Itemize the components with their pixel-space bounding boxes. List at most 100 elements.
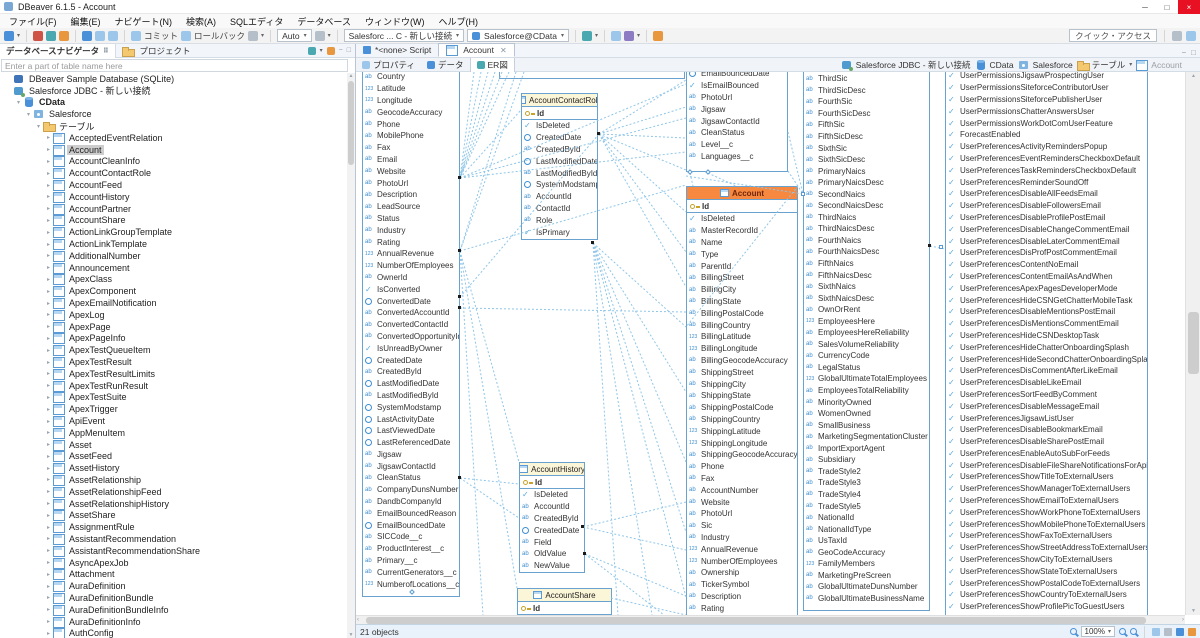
zoom-level-combo[interactable]: 100% ▾ (1080, 626, 1115, 637)
expand-arrow-icon[interactable]: ▸ (44, 359, 53, 366)
scroll-right-icon[interactable]: › (1182, 617, 1184, 623)
expand-arrow-icon[interactable]: ▸ (44, 535, 53, 542)
menu-item[interactable]: ウィンドウ(W) (358, 15, 432, 28)
scroll-down-icon[interactable]: ▼ (1186, 608, 1200, 614)
tree-item[interactable]: ▸ AuraDefinitionBundle (0, 592, 348, 604)
connection-combo[interactable]: Salesforc ... C - 新しい接続 ▾ (343, 29, 465, 42)
expand-arrow-icon[interactable]: ▸ (44, 276, 53, 283)
tree-item[interactable]: ▸ AuthConfig (0, 627, 348, 638)
zoom-out-icon[interactable] (1130, 628, 1137, 635)
tree-item[interactable]: ▸ AcceptedEventRelation (0, 132, 348, 144)
expand-arrow-icon[interactable]: ▸ (44, 465, 53, 472)
expand-arrow-icon[interactable]: ▸ (44, 441, 53, 448)
entity-account-share[interactable]: AccountShare Id (517, 588, 612, 615)
save-diagram-icon[interactable] (1176, 627, 1184, 636)
close-tab-icon[interactable]: ✕ (500, 46, 507, 55)
tree-item[interactable]: ▸ ApexPage (0, 321, 348, 333)
tree-item[interactable]: ▸ AuraDefinitionBundleInfo (0, 604, 348, 616)
sidebar-scrollbar[interactable]: ▲ ▼ (347, 73, 355, 638)
sql-script-icon[interactable] (95, 30, 106, 41)
tree-item[interactable]: ▸ AssetHistory (0, 462, 348, 475)
tree-item[interactable]: ▸ AuraDefinitionInfo (0, 616, 348, 628)
expand-arrow-icon[interactable]: ▸ (44, 300, 53, 307)
tree-item[interactable]: ▾ テーブル (0, 120, 348, 133)
scroll-up-icon[interactable]: ▲ (1186, 73, 1200, 79)
entity-dandbcompany-columns-partial[interactable]: ThirdSicThirdSicDesc FourthSicFourthSicDe… (803, 72, 930, 611)
expand-arrow-icon[interactable]: ▸ (44, 288, 53, 295)
entity-user-columns-partial[interactable]: UserPermissionsJigsawProspectingUser User… (945, 72, 1148, 615)
commit-mode-combo[interactable]: Auto ▾ (277, 29, 312, 42)
menu-item[interactable]: ナビゲート(N) (108, 15, 180, 28)
tree-item[interactable]: ▸ AccountCleanInfo (0, 156, 348, 168)
tab-database-navigator[interactable]: データベースナビゲータ ⠿ (0, 43, 116, 58)
tree-item[interactable]: ▾ CData (0, 97, 348, 109)
expand-arrow-icon[interactable]: ▸ (44, 229, 53, 236)
expand-arrow-icon[interactable]: ▸ (44, 618, 53, 625)
expand-arrow-icon[interactable]: ▸ (44, 217, 53, 224)
new-connection-caret[interactable]: ▾ (17, 32, 20, 39)
transaction-icon[interactable] (248, 30, 259, 41)
expand-arrow-icon[interactable]: ▸ (44, 559, 53, 566)
quick-access-box[interactable]: クイック・アクセス (1069, 29, 1157, 42)
rollback-icon[interactable] (181, 30, 192, 41)
expand-arrow-icon[interactable]: ▸ (44, 594, 53, 601)
expand-arrow-icon[interactable]: ▸ (44, 323, 53, 330)
expand-arrow-icon[interactable]: ▸ (44, 524, 53, 531)
expand-arrow-icon[interactable]: ▾ (24, 111, 33, 118)
link-editor-icon[interactable] (307, 46, 316, 55)
tab-account[interactable]: Account ✕ (438, 43, 515, 57)
tree-item[interactable]: ▸ ApiEvent (0, 415, 348, 427)
refresh-caret[interactable]: ▾ (595, 32, 598, 39)
expand-arrow-icon[interactable]: ▸ (44, 630, 53, 637)
expand-arrow-icon[interactable]: ▸ (44, 606, 53, 613)
breadcrumb-item[interactable]: Salesforce (1033, 60, 1073, 70)
tree-item[interactable]: ▸ ApexTrigger (0, 403, 348, 416)
tree-item[interactable]: ▸ AccountFeed (0, 179, 348, 192)
tree-item[interactable]: ▸ ApexComponent (0, 285, 348, 298)
tree-item[interactable]: ▸ AppMenuItem (0, 427, 348, 439)
tree-item[interactable]: ▸ AuraDefinition (0, 580, 348, 593)
expand-arrow-icon[interactable]: ▸ (44, 241, 53, 248)
tree-item[interactable]: ▸ AssignmentRule (0, 521, 348, 534)
tree-item[interactable]: ▸ ApexPageInfo (0, 333, 348, 345)
menu-item[interactable]: ファイル(F) (2, 15, 64, 28)
subtab-er-diagram[interactable]: ER図 (469, 57, 515, 72)
horizontal-scrollbar[interactable]: ‹ › (356, 615, 1185, 624)
refresh-diagram-icon[interactable] (1188, 627, 1196, 636)
expand-arrow-icon[interactable]: ▸ (44, 453, 53, 460)
tree-item[interactable]: ▸ AdditionalNumber (0, 250, 348, 262)
entity-top-fragment[interactable] (499, 72, 685, 79)
tx-settings-icon[interactable] (314, 30, 325, 41)
rollback-button[interactable]: ロールバック (194, 30, 245, 42)
expand-arrow-icon[interactable]: ▸ (44, 170, 53, 177)
commit-button[interactable]: コミット (144, 30, 178, 42)
tree-item[interactable]: ▸ ApexTestRunResult (0, 380, 348, 392)
expand-arrow-icon[interactable]: ▸ (44, 264, 53, 271)
expand-arrow-icon[interactable]: ▸ (44, 311, 53, 318)
expand-arrow-icon[interactable]: ▸ (44, 205, 53, 212)
open-folder-icon[interactable] (652, 30, 663, 41)
transaction-caret[interactable]: ▾ (261, 32, 264, 39)
zoom-in-icon[interactable] (1119, 628, 1126, 635)
tree-item[interactable]: ▸ ActionLinkGroupTemplate (0, 226, 348, 239)
minimize-view-icon[interactable]: − (339, 47, 343, 54)
entity-lead-columns-partial[interactable]: Country LatitudeLongitude GeocodeAccuracy P… (362, 72, 460, 597)
breadcrumb-caret[interactable]: ▾ (1129, 61, 1132, 68)
sql-editor-icon[interactable] (82, 30, 93, 41)
table-filter-input[interactable] (1, 59, 348, 72)
tree-item[interactable]: ▸ ApexClass (0, 274, 348, 286)
tree-item[interactable]: ▸ AccountHistory (0, 191, 348, 203)
zoom-tool-icon[interactable] (1069, 628, 1077, 635)
commit-icon[interactable] (131, 30, 142, 41)
tree-item[interactable]: ▸ AccountShare (0, 215, 348, 227)
tree-item[interactable]: ▸ AssistantRecommendationShare (0, 545, 348, 557)
tree-item[interactable]: ▸ AsyncApexJob (0, 557, 348, 569)
entity-contact-columns-partial[interactable]: EmailBouncedDate IsEmailBouncedPhotoUrl Ji… (686, 72, 788, 172)
run-caret[interactable]: ▾ (637, 32, 640, 39)
collapse-all-icon[interactable] (326, 46, 335, 55)
view-menu-caret[interactable]: ▾ (320, 47, 323, 54)
grid-toggle-icon[interactable] (1152, 627, 1160, 636)
tab-sql-script[interactable]: *<none> Script (356, 43, 438, 57)
tree-item[interactable]: ▸ AssetShare (0, 509, 348, 522)
menu-item[interactable]: データベース (290, 15, 358, 28)
